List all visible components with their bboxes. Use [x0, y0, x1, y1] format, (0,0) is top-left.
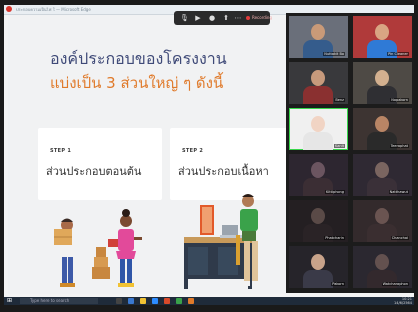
search-placeholder: Type here to search: [30, 298, 70, 303]
line-app-icon[interactable]: [176, 298, 182, 304]
participant-tile[interactable]: Chanchai: [353, 200, 412, 242]
participant-name: Natthawut: [388, 190, 409, 194]
participant-face: [311, 254, 325, 270]
participant-tile[interactable]: Watcharaphon: [353, 246, 412, 288]
participant-face: [375, 70, 389, 86]
participant-face: [311, 208, 325, 224]
participant-name: Watcharaphon: [381, 282, 409, 286]
participant-tile[interactable]: Pakorn: [289, 246, 348, 288]
participant-name: Teeraphat: [389, 144, 409, 148]
participant-face: [375, 24, 389, 40]
clock-date: 14/6/2564: [394, 301, 412, 305]
record-indicator-icon: [246, 16, 250, 20]
slide-subheading: แบ่งเป็น 3 ส่วนใหญ่ ๆ ดังนี้: [50, 74, 224, 92]
participant-tile[interactable]: Kittiphong: [289, 154, 348, 196]
participant-tile[interactable]: Teeraphat: [353, 108, 412, 150]
participant-name: Kittiphong: [324, 190, 345, 194]
step-title: ส่วนประกอบตอนต้น: [46, 165, 142, 178]
record-label: Recording: [252, 15, 273, 20]
participant-face: [375, 208, 389, 224]
share-screen-icon[interactable]: ⬆: [222, 14, 230, 22]
window-title: ประกอบความเป็นไฟ ใ — Microsoft Edge: [16, 7, 91, 12]
participant-name: Nopakorn: [390, 98, 409, 102]
chat-icon[interactable]: ●: [208, 14, 216, 22]
edge-browser-icon[interactable]: [128, 298, 134, 304]
participant-tile[interactable]: Pin Cleaner: [353, 16, 412, 58]
participant-face: [311, 162, 325, 178]
participant-name: Nuttakit Bo: [323, 52, 345, 56]
participant-tile[interactable]: Nuttakit Bo: [289, 16, 348, 58]
participant-face: [311, 116, 325, 132]
microphone-icon[interactable]: 🎙: [180, 14, 189, 22]
participant-face: [375, 162, 389, 178]
slide-heading: องค์ประกอบของโครงงาน: [50, 49, 227, 68]
chrome-icon[interactable]: [188, 298, 194, 304]
participant-tile[interactable]: Benz: [289, 62, 348, 104]
participant-name: Pakorn: [331, 282, 345, 286]
desktop-screen: ประกอบความเป็นไฟ ใ — Microsoft Edge องค์…: [4, 5, 414, 305]
more-options-icon[interactable]: ⋯: [234, 14, 242, 22]
participant-name: Pin Cleaner: [387, 52, 409, 56]
taskbar-search-input[interactable]: Type here to search: [20, 298, 98, 304]
participant-face: [311, 24, 325, 40]
powerpoint-icon[interactable]: [164, 298, 170, 304]
participant-body: [303, 86, 333, 104]
participant-video-grid: Nuttakit Bo Pin Cleaner Benz Nopakorn Kanit T…: [286, 13, 414, 293]
file-explorer-icon[interactable]: [140, 298, 146, 304]
participant-face: [375, 254, 389, 270]
participant-face: [375, 116, 389, 132]
participant-tile[interactable]: Kanit: [289, 108, 348, 150]
desk-worker-illustration: [184, 194, 260, 289]
step-label: STEP 1: [50, 148, 72, 154]
participant-name: Benz: [334, 98, 345, 102]
system-clock: 10:21 14/6/2564: [394, 297, 412, 305]
participant-name: Phatcharin: [324, 236, 345, 240]
app-logo-icon: [6, 6, 12, 12]
participant-face: [311, 70, 325, 86]
windows-start-icon[interactable]: ⊞: [7, 298, 12, 304]
zoom-app-icon[interactable]: [152, 298, 158, 304]
participant-tile[interactable]: Nopakorn: [353, 62, 412, 104]
step-title: ส่วนประกอบเนื้อหา: [178, 165, 269, 178]
task-view-icon[interactable]: [116, 298, 122, 304]
video-camera-icon[interactable]: ▶: [194, 14, 202, 22]
participant-name: Chanchai: [390, 236, 409, 240]
participant-body: [303, 270, 333, 288]
participant-tile[interactable]: Natthawut: [353, 154, 412, 196]
participant-body: [303, 132, 333, 150]
windows-taskbar: ⊞ Type here to search 10:21 14/6/2564: [4, 297, 414, 305]
participant-name: Kanit: [334, 144, 345, 148]
participant-tile[interactable]: Phatcharin: [289, 200, 348, 242]
step-label: STEP 2: [182, 148, 204, 154]
zoom-floating-toolbar: 🎙 ▶ ● ⬆ ⋯ Recording: [174, 11, 273, 25]
presentation-slide: องค์ประกอบของโครงงาน แบ่งเป็น 3 ส่วนใหญ่…: [8, 15, 294, 294]
delivery-people-illustration: [54, 209, 142, 287]
